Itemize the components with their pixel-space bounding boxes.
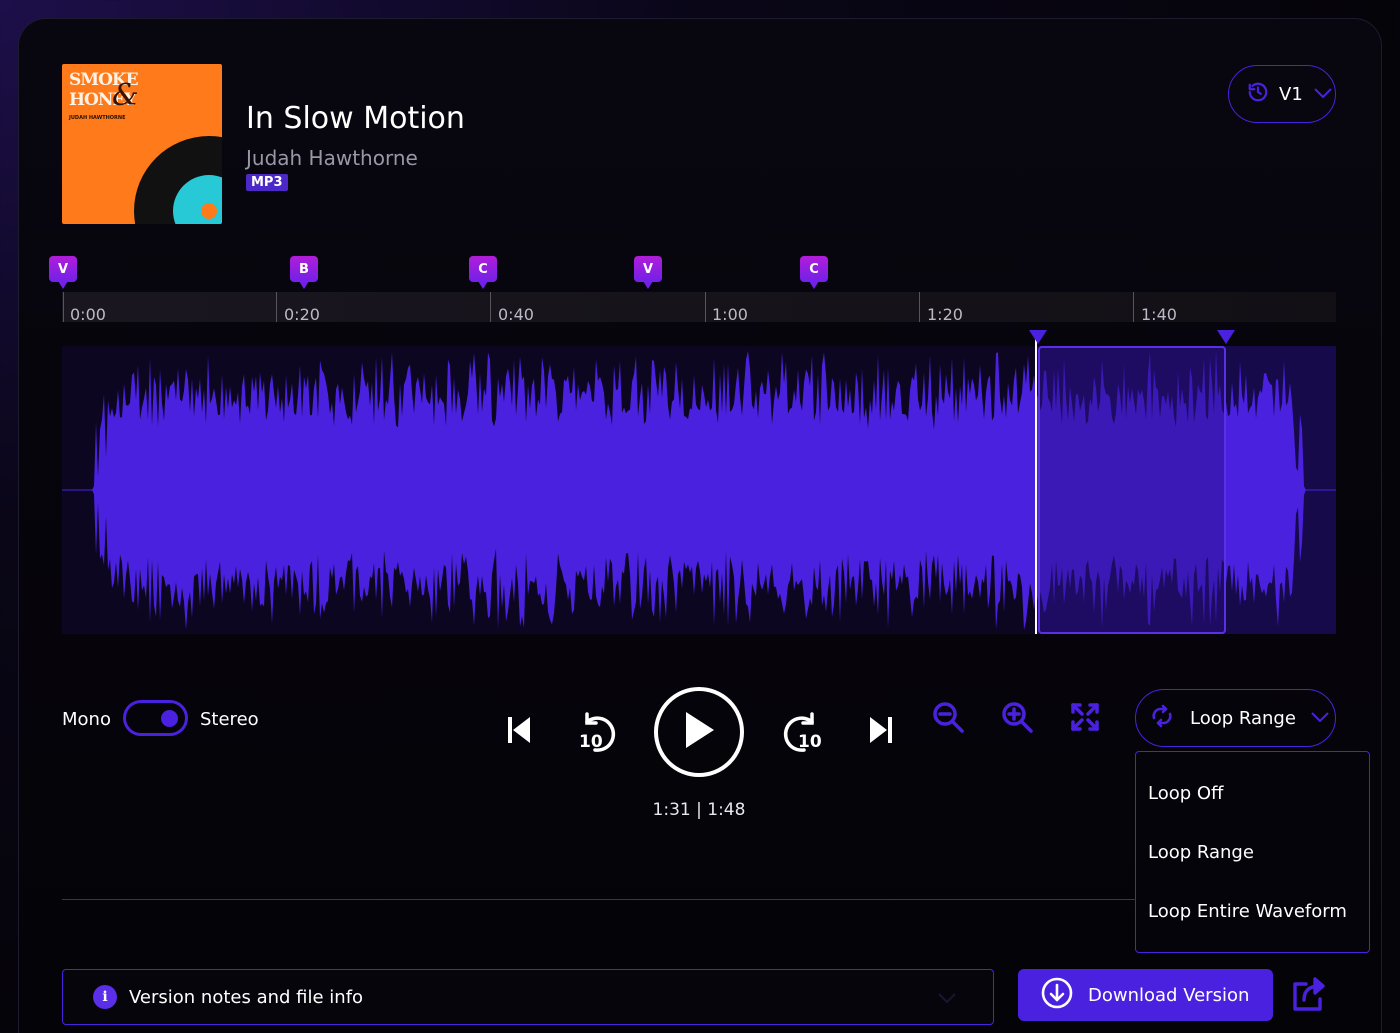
skip-next-icon — [867, 714, 897, 750]
version-notes-label: Version notes and file info — [129, 986, 364, 1008]
marker-label: C — [809, 261, 819, 277]
rewind-10-button[interactable]: 10 — [573, 708, 623, 758]
timeline-tick — [705, 292, 706, 322]
marker-label: C — [478, 261, 488, 277]
marker-v[interactable]: V — [634, 256, 662, 289]
skip-next-button[interactable] — [862, 712, 902, 752]
history-icon — [1247, 81, 1269, 108]
play-button[interactable] — [654, 687, 744, 777]
mono-stereo-toggle[interactable] — [123, 700, 188, 736]
share-icon — [1290, 977, 1330, 1018]
timeline-tick-label: 1:40 — [1141, 305, 1177, 324]
forward-10-icon: 10 — [776, 708, 826, 758]
timeline-tick-label: 1:00 — [712, 305, 748, 324]
time-readout: 1:31 | 1:48 — [652, 800, 746, 820]
download-version-label: Download Version — [1088, 984, 1250, 1006]
chevron-down-icon — [937, 990, 957, 1009]
chevron-down-icon — [1310, 708, 1330, 729]
divider — [62, 899, 1136, 900]
timeline-tick-label: 0:40 — [498, 305, 534, 324]
timeline-tick-label: 0:20 — [284, 305, 320, 324]
skip-previous-icon — [503, 714, 533, 750]
rewind-10-icon: 10 — [573, 708, 623, 758]
rewind-10-label: 10 — [579, 732, 603, 752]
marker-c[interactable]: C — [469, 256, 497, 289]
timeline-tick-label: 0:00 — [70, 305, 106, 324]
loop-option-off[interactable]: Loop Off — [1148, 783, 1223, 804]
zoom-out-icon — [931, 700, 965, 738]
timeline-tick — [63, 292, 64, 322]
loop-start-handle[interactable] — [1029, 330, 1047, 344]
track-artist: Judah Hawthorne — [246, 146, 418, 170]
playhead[interactable] — [1035, 332, 1037, 634]
forward-10-label: 10 — [798, 732, 822, 752]
marker-label: V — [642, 261, 654, 277]
zoom-in-icon — [1000, 700, 1034, 738]
timeline-ruler[interactable]: 0:00 0:20 0:40 1:00 1:20 1:40 — [62, 292, 1336, 324]
share-button[interactable] — [1290, 974, 1330, 1014]
version-label: V1 — [1279, 83, 1303, 105]
loop-mode-label: Loop Range — [1190, 707, 1296, 729]
loop-icon — [1148, 704, 1176, 733]
download-version-button[interactable]: Download Version — [1018, 969, 1273, 1021]
info-icon: i — [93, 985, 117, 1009]
version-notes-accordion[interactable]: i Version notes and file info — [62, 969, 994, 1025]
zoom-in-button[interactable] — [999, 701, 1035, 737]
loop-mode-menu: Loop Off Loop Range Loop Entire Waveform — [1135, 751, 1370, 953]
fit-to-screen-icon — [1070, 702, 1100, 736]
timeline-tick — [919, 292, 920, 322]
marker-c[interactable]: C — [800, 256, 828, 289]
play-icon — [680, 709, 718, 755]
marker-label: V — [57, 261, 69, 277]
loop-option-range[interactable]: Loop Range — [1148, 842, 1254, 863]
timeline-tick — [1133, 292, 1134, 322]
waveform[interactable] — [62, 332, 1336, 634]
download-icon — [1040, 976, 1074, 1015]
loop-region[interactable] — [1038, 346, 1226, 634]
fit-to-screen-button[interactable] — [1068, 702, 1102, 736]
timeline-tick-label: 1:20 — [927, 305, 963, 324]
cover-ampersand: & — [112, 78, 139, 113]
forward-10-button[interactable]: 10 — [776, 708, 826, 758]
vinyl-hole-graphic — [201, 203, 217, 219]
marker-label: B — [299, 261, 309, 277]
version-selector-button[interactable]: V1 — [1228, 65, 1336, 123]
loop-mode-dropdown[interactable]: Loop Range — [1135, 689, 1336, 747]
toggle-knob — [161, 710, 178, 727]
format-badge: MP3 — [246, 174, 288, 191]
timeline-tick — [490, 292, 491, 322]
loop-end-handle[interactable] — [1217, 330, 1235, 344]
track-title: In Slow Motion — [246, 101, 465, 136]
skip-previous-button[interactable] — [498, 712, 538, 752]
marker-v[interactable]: V — [49, 256, 77, 289]
album-cover: SMOKE HONEY & JUDAH HAWTHORNE — [62, 64, 222, 224]
loop-option-entire[interactable]: Loop Entire Waveform — [1148, 901, 1347, 922]
cover-artist: JUDAH HAWTHORNE — [69, 115, 126, 121]
stereo-label: Stereo — [200, 709, 259, 730]
zoom-out-button[interactable] — [930, 701, 966, 737]
chevron-down-icon — [1313, 84, 1333, 105]
mono-label: Mono — [62, 709, 111, 730]
marker-b[interactable]: B — [290, 256, 318, 289]
timeline-tick — [276, 292, 277, 322]
